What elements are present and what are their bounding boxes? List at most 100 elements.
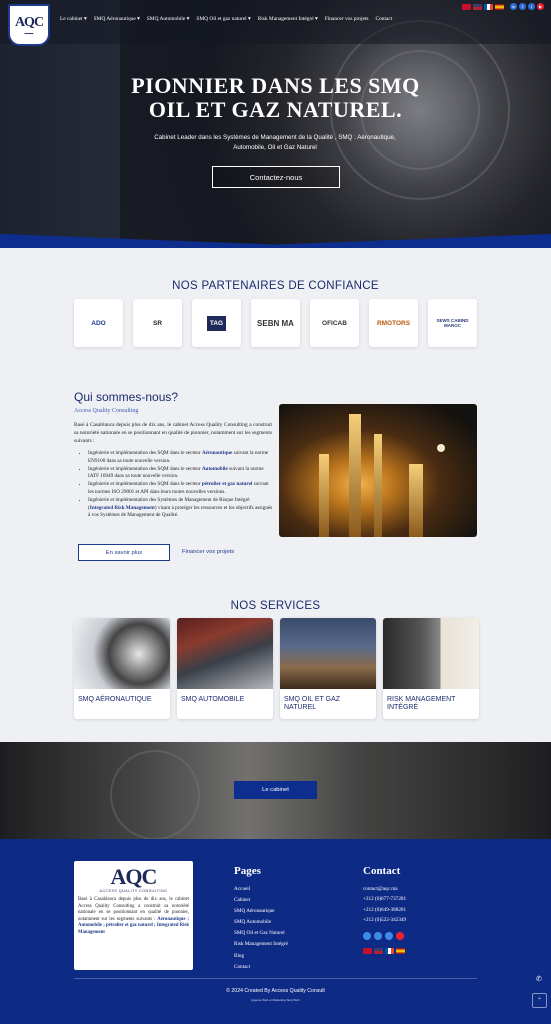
nav-item-financer[interactable]: Financer vos projets: [325, 16, 369, 22]
youtube-icon[interactable]: [396, 932, 404, 940]
list-item: Ingénierie et implémentation des SQM dan…: [88, 466, 274, 481]
footer-pages-title: Pages: [234, 865, 261, 877]
partner-logo-sews[interactable]: SEWS CABIND MAROC: [428, 299, 477, 347]
footer-link-automobile[interactable]: SMQ Automobile: [234, 917, 288, 928]
phone-icon[interactable]: ✆: [536, 975, 542, 983]
service-card-automobile[interactable]: SMQ AUTOMOBILE: [177, 618, 273, 719]
logo-text: AQC: [14, 15, 44, 30]
footer-logo-sub: ACCESS QUALITY CONSULTING: [99, 889, 168, 893]
social-links-top: in f t ▶: [510, 3, 544, 10]
footer-contact-title: Contact: [363, 865, 401, 877]
service-image-risk: [383, 618, 479, 689]
footer-flags: [363, 948, 405, 954]
hero-title-line2: OIL ET GAZ NATUREL.: [148, 97, 403, 122]
nav-item-automobile[interactable]: SMQ Automobile ▾: [147, 16, 190, 22]
footer-link-accueil[interactable]: Accueil: [234, 884, 288, 895]
financer-projets-link[interactable]: Financer vos projets: [182, 549, 234, 555]
contact-button[interactable]: Contactez-nous: [212, 166, 340, 188]
agency-credit[interactable]: Agence Web et Marketing StoryTech: [0, 998, 551, 1002]
footer-contact-list: contact@aqc.ma +212 (0)677-737281 +212 (…: [363, 884, 406, 925]
logo-subtext: ▬▬▬: [24, 31, 34, 35]
linkedin-icon[interactable]: in: [510, 3, 517, 10]
hero-title: PIONNIER DANS LES SMQ OIL ET GAZ NATUREL…: [0, 74, 551, 122]
services-row: SMQ AÉRONAUTIQUE SMQ AUTOMOBILE SMQ OIL …: [74, 618, 479, 719]
flag-us-icon[interactable]: [374, 948, 383, 954]
flag-fr-icon[interactable]: [484, 4, 493, 10]
about-intro: Basé à Casablanca depuis plus de dix ans…: [74, 422, 272, 444]
copyright: © 2024 Created By Access Quality Consult: [226, 988, 325, 994]
footer-pages-list: Accueil Cabinet SMQ Aéronautique SMQ Aut…: [234, 884, 288, 973]
footer-link-aeronautique[interactable]: SMQ Aéronautique: [234, 906, 288, 917]
hero-section: AQC ▬▬▬ Le cabinet ▾ SMQ Aéronautique ▾ …: [0, 0, 551, 248]
main-nav: Le cabinet ▾ SMQ Aéronautique ▾ SMQ Auto…: [60, 16, 392, 22]
flag-ma-icon[interactable]: [363, 948, 372, 954]
item-text: Ingénierie et implémentation des SQM dan…: [88, 465, 202, 472]
footer-phone[interactable]: +212 (0)677-737281: [363, 894, 406, 904]
services-title: NOS SERVICES: [230, 600, 321, 612]
hero-subtitle: Cabinet Leader dans les Systèmes de Mana…: [154, 134, 396, 151]
partner-logo-ado[interactable]: ADO: [74, 299, 123, 347]
partner-logo-rmotors[interactable]: RMOTORS: [369, 299, 418, 347]
flag-es-icon[interactable]: [495, 4, 504, 10]
about-title: Qui sommes-nous?: [74, 390, 179, 404]
refinery-tower: [409, 464, 423, 537]
refinery-tower: [349, 414, 361, 537]
service-label: RISK MANAGEMENT INTÉGRÉ: [387, 696, 456, 711]
nav-item-cabinet[interactable]: Le cabinet ▾: [60, 16, 87, 22]
service-image-aeronautique: [74, 618, 170, 689]
nav-item-oil-gaz[interactable]: SMQ Oil et gaz naturel ▾: [196, 16, 250, 22]
service-label: SMQ AUTOMOBILE: [181, 696, 245, 703]
item-text: Ingénierie et implémentation des SQM dan…: [88, 481, 202, 488]
twitter-icon[interactable]: [385, 932, 393, 940]
service-card-risk[interactable]: RISK MANAGEMENT INTÉGRÉ: [383, 618, 479, 719]
flag-es-icon[interactable]: [396, 948, 405, 954]
partner-logo-tag[interactable]: TAG: [206, 315, 227, 331]
footer-link-blog[interactable]: Blog: [234, 951, 288, 962]
youtube-icon[interactable]: ▶: [537, 3, 544, 10]
scroll-top-button[interactable]: ⌃: [532, 993, 547, 1008]
about-subtitle: Access Quality Consulting: [74, 408, 139, 414]
footer-link-contact[interactable]: Contact: [234, 962, 288, 973]
item-highlight: Aéronautique: [201, 450, 233, 456]
nav-item-contact[interactable]: Contact: [375, 16, 392, 22]
flag-ma-icon[interactable]: [462, 4, 471, 10]
footer-about-card: AQC ACCESS QUALITY CONSULTING Basé à Cas…: [74, 861, 193, 970]
service-label: SMQ AÉRONAUTIQUE: [78, 696, 152, 703]
service-label: SMQ OIL ET GAZ NATUREL: [284, 696, 341, 711]
item-highlight: Integrated Risk Management: [89, 504, 155, 511]
flag-fr-icon[interactable]: [385, 948, 394, 954]
refinery-image: [279, 404, 477, 537]
footer-divider: [74, 978, 477, 979]
partner-logo-sebn[interactable]: SEBN MA: [251, 299, 300, 347]
facebook-icon[interactable]: [374, 932, 382, 940]
service-card-oil-gaz[interactable]: SMQ OIL ET GAZ NATUREL: [280, 618, 376, 719]
facebook-icon[interactable]: f: [519, 3, 526, 10]
footer-phone[interactable]: +212 (0)649-388201: [363, 905, 406, 915]
list-item: Ingénierie et implémentation des Système…: [88, 497, 274, 520]
footer-link-cabinet[interactable]: Cabinet: [234, 895, 288, 906]
twitter-icon[interactable]: t: [528, 3, 535, 10]
service-card-aeronautique[interactable]: SMQ AÉRONAUTIQUE: [74, 618, 170, 719]
footer-email[interactable]: contact@aqc.ma: [363, 884, 406, 894]
item-text: Ingénierie et implémentation des SQM dan…: [88, 450, 202, 456]
partner-logo-sr[interactable]: SR: [133, 299, 182, 347]
flag-us-icon[interactable]: [473, 4, 482, 10]
partners-title: NOS PARTENAIRES DE CONFIANCE: [172, 280, 379, 292]
service-image-oil-gaz: [280, 618, 376, 689]
footer-link-oil-gaz[interactable]: SMQ Oil et Gaz Naturel: [234, 928, 288, 939]
nav-item-risk[interactable]: Risk Management Intégré ▾: [258, 16, 318, 22]
moon-icon: [437, 444, 445, 452]
learn-more-button[interactable]: En savoir plus: [78, 544, 170, 561]
cabinet-button[interactable]: Le cabinet: [234, 781, 317, 799]
top-navigation: AQC ▬▬▬ Le cabinet ▾ SMQ Aéronautique ▾ …: [0, 0, 551, 46]
footer-link-risk[interactable]: Risk Management Intégré: [234, 939, 288, 950]
nav-item-aeronautique[interactable]: SMQ Aéronautique ▾: [94, 16, 140, 22]
footer-logo: AQC: [110, 864, 158, 889]
linkedin-icon[interactable]: [363, 932, 371, 940]
language-flags: [462, 4, 504, 10]
footer-phone[interactable]: +212 (0)522-342349: [363, 915, 406, 925]
about-list: Ingénierie et implémentation des SQM dan…: [82, 450, 274, 520]
site-logo[interactable]: AQC ▬▬▬: [8, 4, 50, 46]
refinery-tower: [374, 434, 382, 537]
partner-logo-oficab[interactable]: OFICAB: [310, 299, 359, 347]
